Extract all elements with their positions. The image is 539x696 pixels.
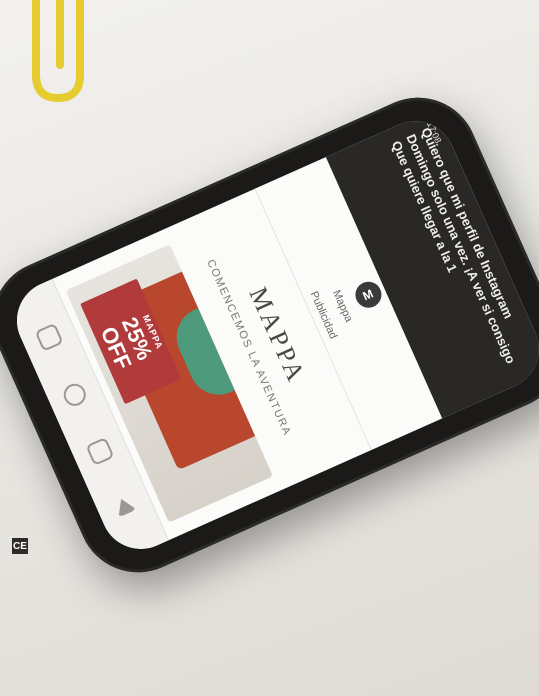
- account-name[interactable]: Mappa: [330, 289, 355, 325]
- phone: Quiero que mi perfil de Instagram Doming…: [0, 78, 539, 592]
- notification-line: Domingo solo una vez. ¡A ver si consigo: [403, 131, 519, 366]
- profile-icon[interactable]: [112, 495, 137, 518]
- paperclip-icon: [32, 0, 84, 103]
- cc-label: CE: [12, 538, 28, 554]
- search-icon[interactable]: [60, 379, 90, 409]
- home-icon[interactable]: [34, 322, 64, 352]
- avatar[interactable]: M: [350, 277, 386, 313]
- reels-icon[interactable]: [85, 437, 115, 467]
- photo-scene: Quiero que mi perfil de Instagram Doming…: [0, 0, 539, 696]
- phone-screen: Quiero que mi perfil de Instagram Doming…: [4, 108, 539, 562]
